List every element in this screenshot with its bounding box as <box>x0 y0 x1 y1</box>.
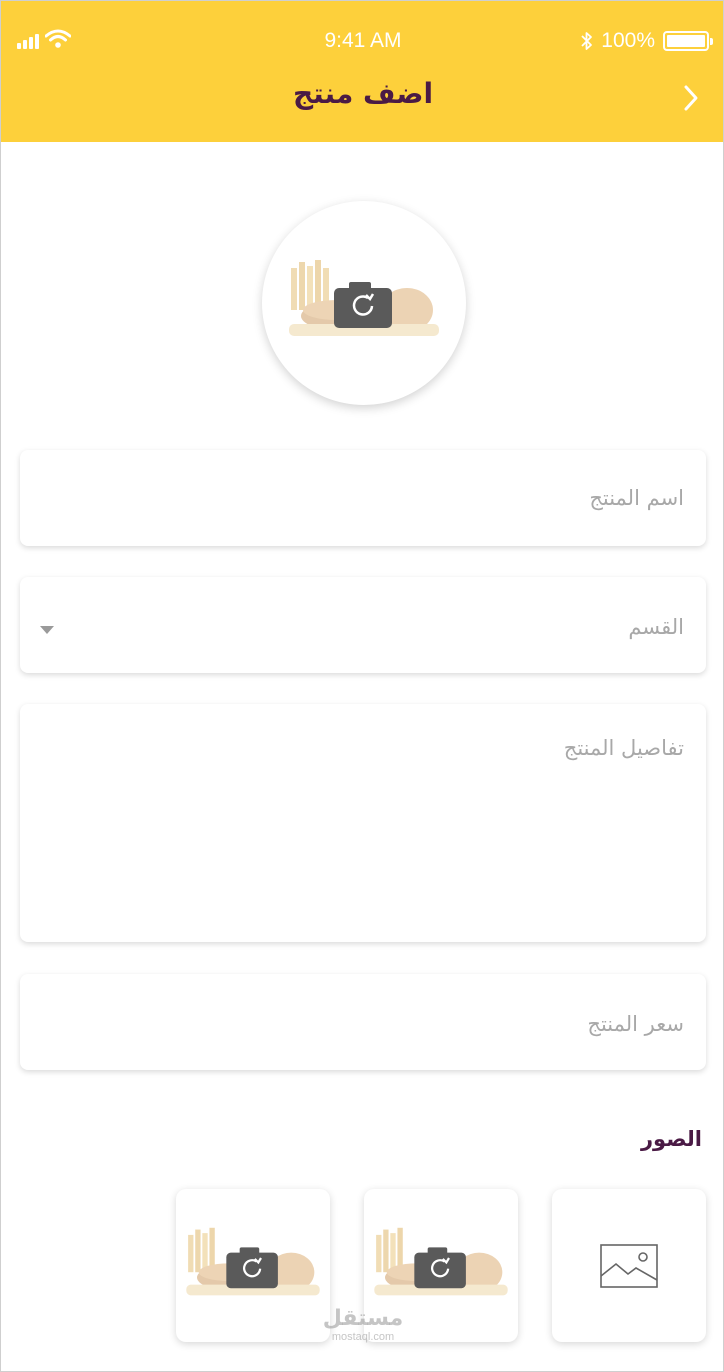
battery-icon <box>663 31 713 51</box>
watermark-latin: mostaql.com <box>331 1331 395 1343</box>
category-placeholder: القسم <box>628 615 684 639</box>
back-button[interactable] <box>677 81 705 115</box>
product-details-field[interactable]: تفاصيل المنتج <box>20 704 706 942</box>
screen: 9:41 AM 100% اضف منتج اسم المنتج القسم ت… <box>0 0 724 1372</box>
product-price-field[interactable]: سعر المنتج <box>20 974 706 1070</box>
page-title: اضف منتج <box>292 77 434 110</box>
product-image-picker[interactable] <box>262 201 466 405</box>
food-photo-icon <box>186 1227 320 1295</box>
watermark-arabic: مستقل <box>322 1306 404 1331</box>
battery-percent: 100% <box>601 29 655 52</box>
product-name-field[interactable]: اسم المنتج <box>20 450 706 546</box>
image-slot-3[interactable] <box>176 1189 330 1342</box>
image-placeholder-icon <box>600 1243 658 1288</box>
images-section-title: الصور <box>640 1127 702 1151</box>
status-bar: 9:41 AM 100% <box>1 23 723 59</box>
product-details-placeholder: تفاصيل المنتج <box>563 736 684 760</box>
chevron-right-icon <box>684 85 698 111</box>
dropdown-caret-icon <box>40 626 54 634</box>
top-bar: 9:41 AM 100% اضف منتج <box>1 1 723 142</box>
category-select[interactable]: القسم <box>20 577 706 673</box>
product-price-placeholder: سعر المنتج <box>587 1012 684 1036</box>
status-right: 100% <box>581 29 713 53</box>
food-photo-icon <box>289 260 439 336</box>
bluetooth-icon <box>581 32 593 50</box>
watermark: مستقل mostaql.com <box>317 1306 409 1343</box>
product-name-placeholder: اسم المنتج <box>589 486 684 510</box>
add-image-button[interactable] <box>552 1189 706 1342</box>
food-photo-icon <box>374 1227 508 1295</box>
